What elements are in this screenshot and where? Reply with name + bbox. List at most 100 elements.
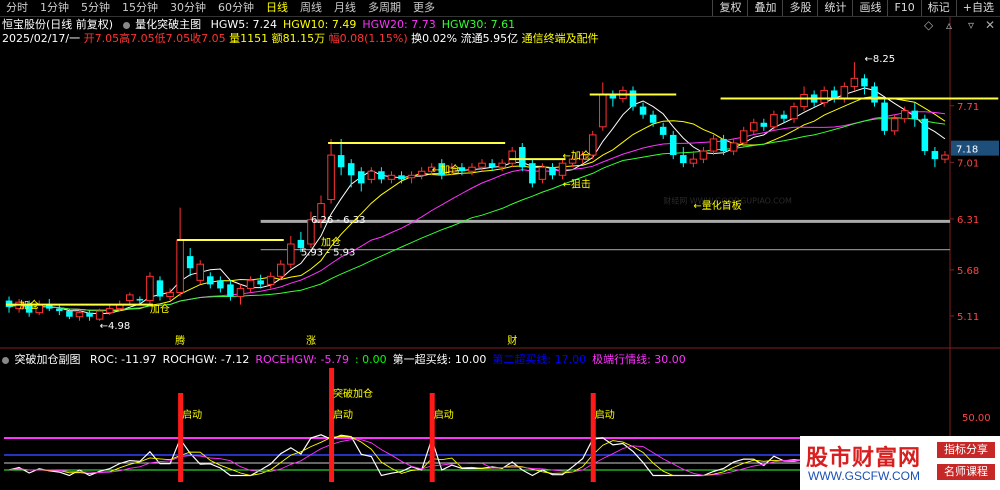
period-tab-1[interactable]: 1分钟 <box>34 0 75 16</box>
candle-body <box>327 154 335 201</box>
signal-bar <box>329 368 335 482</box>
candle-body <box>881 102 888 131</box>
period-tab-2[interactable]: 5分钟 <box>75 0 116 16</box>
candle-body <box>126 294 134 302</box>
close-icon[interactable]: ✕ <box>985 18 995 32</box>
candle-body <box>86 312 93 317</box>
sub-legend-item: : 0.00 <box>354 353 387 366</box>
annotation-label: 加仓 <box>19 299 39 312</box>
candle-body <box>398 175 405 180</box>
ma-legend-item: HGW30: 7.61 <box>441 18 516 31</box>
candle-body <box>95 310 104 320</box>
sub-settings-dot-icon[interactable] <box>2 356 9 364</box>
candle-body <box>196 263 205 281</box>
sub-y-tick-label: 50.00 <box>962 413 991 424</box>
quote-volume: 量1151 <box>229 32 269 45</box>
period-tab-0[interactable]: 分时 <box>0 0 34 16</box>
candle-body <box>186 256 194 269</box>
candle-body <box>669 134 677 156</box>
candle-body <box>176 239 184 293</box>
chevron-down-icon[interactable]: ▿ <box>968 18 974 32</box>
candle-body <box>56 308 63 312</box>
candle-body <box>680 155 687 164</box>
chevron-up-icon[interactable]: ▵ <box>946 18 952 32</box>
ma-legend-item: HGW10: 7.49 <box>282 18 357 31</box>
annotation-label: 加仓 <box>150 303 170 316</box>
candle-body <box>689 158 698 164</box>
period-tabs: 分时 1分钟 5分钟 15分钟 30分钟 60分钟 日线 周线 月线 多周期 更多 <box>0 0 441 16</box>
candle-body <box>800 93 808 108</box>
brand-name: 股市财富网 <box>806 445 922 471</box>
tool-button-3[interactable]: 统计 <box>817 0 852 16</box>
candle-body <box>478 162 486 168</box>
period-tab-3[interactable]: 15分钟 <box>116 0 164 16</box>
event-label: 腾 <box>175 334 185 347</box>
period-tab-4[interactable]: 30分钟 <box>164 0 212 16</box>
period-tab-5[interactable]: 60分钟 <box>212 0 260 16</box>
quote-sector[interactable]: 通信终端及配件 <box>522 32 599 45</box>
candle-body <box>156 280 164 297</box>
settings-dot-icon[interactable] <box>122 21 130 29</box>
annotation-label: ←8.25 <box>864 54 895 65</box>
period-tab-7[interactable]: 周线 <box>294 0 328 16</box>
period-tab-6[interactable]: 日线 <box>260 0 294 16</box>
candle-body <box>850 77 859 87</box>
candle-body <box>890 118 899 132</box>
tool-button-4[interactable]: 画线 <box>852 0 887 16</box>
period-tab-8[interactable]: 月线 <box>328 0 362 16</box>
candle-body <box>66 311 73 317</box>
quote-float: 流通5.95亿 <box>460 32 519 45</box>
candle-body <box>830 90 838 99</box>
period-tab-9[interactable]: 多周期 <box>362 0 407 16</box>
candle-body <box>407 174 416 179</box>
signal-bar <box>429 393 435 482</box>
annotation-label: ←加仓 <box>563 149 591 162</box>
sub-header-line: 突破加仓副图 ROC: -11.97 ROCHGW: -7.12 ROCEHGW: … <box>2 353 686 366</box>
tool-button-1[interactable]: 叠加 <box>747 0 782 16</box>
candle-body <box>468 166 476 172</box>
candle-body <box>257 280 264 285</box>
candle-body <box>488 163 496 168</box>
quote-line: 2025/02/17/一 开7.05高7.05低7.05收7.05 量1151 … <box>2 32 599 45</box>
ma-legend-item: HGW5: 7.24 <box>210 18 277 31</box>
quote-turnover: 换0.02% <box>411 32 458 45</box>
indicator-name[interactable]: 量化突破主图 <box>135 18 201 31</box>
annotation-label: ←量化首板 <box>693 199 741 212</box>
candle-body <box>508 150 516 164</box>
chart-canvas: 7.717.016.315.685.11财经网 WWW.GOODGUPIAO.C… <box>0 17 1000 490</box>
candle-body <box>276 263 285 277</box>
tool-button-0[interactable]: 复权 <box>712 0 747 16</box>
y-tick-label: 5.68 <box>957 266 979 277</box>
quote-amount: 额81.15万 <box>271 32 326 45</box>
period-toolbar: 分时 1分钟 5分钟 15分钟 30分钟 60分钟 日线 周线 月线 多周期 更多 复权 叠加 多股 统计… <box>0 0 1000 17</box>
signal-label: 启动 <box>595 408 615 421</box>
period-tab-10[interactable]: 更多 <box>407 0 441 16</box>
brand-logo: 股市财富网 WWW.GSCFW.COM 指标分享 名师课程 <box>800 436 1000 490</box>
candle-body <box>357 171 365 184</box>
signal-extra-label: 突破加仓 <box>333 387 373 400</box>
brand-badge-courses[interactable]: 名师课程 <box>937 464 995 480</box>
tool-button-7[interactable]: +自选 <box>955 0 1000 16</box>
candle-body <box>931 151 939 160</box>
sub-indicator-name[interactable]: 突破加仓副图 <box>15 353 81 366</box>
candle-body <box>146 275 154 302</box>
candle-body <box>699 150 708 160</box>
tool-button-2[interactable]: 多股 <box>782 0 817 16</box>
brand-badge-indicators[interactable]: 指标分享 <box>937 442 995 458</box>
candle-body <box>236 287 245 298</box>
candle-body <box>417 170 426 176</box>
annotation-label: ←狙击 <box>563 178 591 190</box>
candle-body <box>941 154 949 160</box>
candle-body <box>287 243 295 265</box>
tool-button-6[interactable]: 标记 <box>920 0 956 16</box>
candle-body <box>387 174 396 180</box>
signal-bar <box>590 393 596 482</box>
sub-legend-item: 极端行情线: 30.00 <box>592 353 686 366</box>
candle-body <box>337 155 345 168</box>
tool-button-5[interactable]: F10 <box>887 0 920 16</box>
signal-bar <box>178 393 184 482</box>
prev-arrow-icon[interactable]: ◇ <box>924 18 933 32</box>
annotation-label: 6.26 - 6.33 <box>311 215 366 226</box>
candle-body <box>599 93 607 128</box>
candle-body <box>729 142 738 152</box>
